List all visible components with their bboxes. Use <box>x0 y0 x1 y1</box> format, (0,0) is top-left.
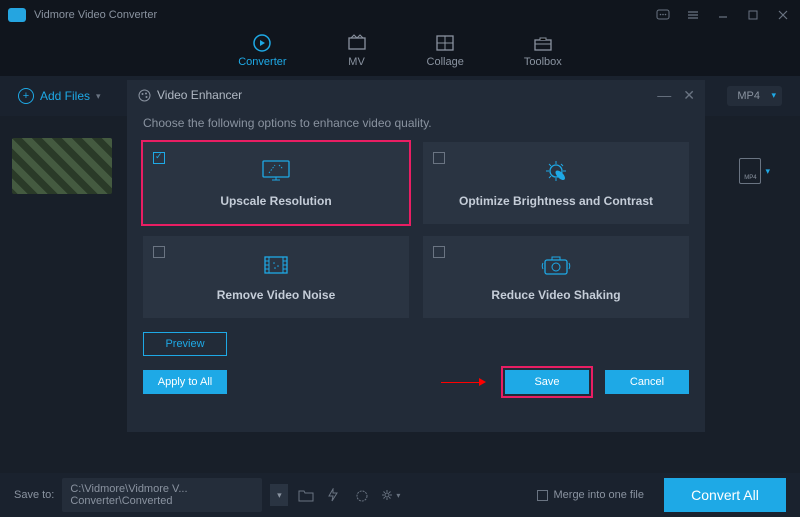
camera-icon <box>541 252 571 278</box>
save-button[interactable]: Save <box>505 370 589 394</box>
settings-gear-icon[interactable]: ▾ <box>380 485 400 505</box>
dialog-close-icon[interactable]: ✕ <box>683 87 695 104</box>
option-remove-noise[interactable]: Remove Video Noise <box>143 236 409 318</box>
brightness-icon <box>541 158 571 184</box>
cancel-button[interactable]: Cancel <box>605 370 689 394</box>
preview-button[interactable]: Preview <box>143 332 227 356</box>
palette-icon <box>137 88 151 102</box>
mp4-file-icon: MP4 <box>739 158 761 184</box>
nav-collage[interactable]: Collage <box>427 34 464 76</box>
monitor-icon <box>261 158 291 184</box>
mv-icon <box>347 34 367 52</box>
option-upscale-resolution[interactable]: Upscale Resolution <box>143 142 409 224</box>
apply-to-all-button[interactable]: Apply to All <box>143 370 227 394</box>
collage-icon <box>435 34 455 52</box>
app-logo <box>8 8 26 22</box>
video-enhancer-dialog: Video Enhancer — ✕ Choose the following … <box>127 80 705 432</box>
close-icon[interactable] <box>774 6 792 24</box>
dialog-description: Choose the following options to enhance … <box>127 110 705 142</box>
toolbox-icon <box>533 34 553 52</box>
open-folder-icon[interactable] <box>296 485 316 505</box>
video-thumbnail[interactable] <box>12 138 112 194</box>
checkbox-checked[interactable] <box>153 152 165 164</box>
high-speed-icon[interactable] <box>352 485 372 505</box>
checkbox[interactable] <box>537 490 548 501</box>
checkbox[interactable] <box>433 246 445 258</box>
dialog-title: Video Enhancer <box>157 88 242 102</box>
nav-converter[interactable]: Converter <box>238 34 286 76</box>
converter-icon <box>252 34 272 52</box>
checkbox[interactable] <box>153 246 165 258</box>
output-format-selector[interactable]: MP4 ▾ <box>739 158 770 184</box>
path-dropdown[interactable]: ▾ <box>270 484 288 506</box>
save-path-field[interactable]: C:\Vidmore\Vidmore V... Converter\Conver… <box>62 478 262 512</box>
hardware-accel-icon[interactable] <box>324 485 344 505</box>
option-brightness-contrast[interactable]: Optimize Brightness and Contrast <box>423 142 689 224</box>
convert-all-button[interactable]: Convert All <box>664 478 786 512</box>
chevron-down-icon: ▾ <box>765 166 770 177</box>
output-format-dropdown[interactable]: MP4 <box>727 86 782 106</box>
annotation-highlight: Save <box>501 366 593 398</box>
maximize-icon[interactable] <box>744 6 762 24</box>
add-files-button[interactable]: + Add Files ▾ <box>18 88 101 104</box>
chevron-down-icon: ▾ <box>96 91 101 102</box>
nav-toolbox[interactable]: Toolbox <box>524 34 562 76</box>
menu-icon[interactable] <box>684 6 702 24</box>
checkbox[interactable] <box>433 152 445 164</box>
plus-icon: + <box>18 88 34 104</box>
app-title: Vidmore Video Converter <box>34 9 157 21</box>
dialog-minimize-icon[interactable]: — <box>657 87 671 104</box>
feedback-icon[interactable] <box>654 6 672 24</box>
nav-mv[interactable]: MV <box>347 34 367 76</box>
option-reduce-shaking[interactable]: Reduce Video Shaking <box>423 236 689 318</box>
merge-checkbox[interactable]: Merge into one file <box>537 489 645 501</box>
annotation-arrow <box>441 378 486 386</box>
minimize-icon[interactable] <box>714 6 732 24</box>
film-icon <box>261 252 291 278</box>
save-to-label: Save to: <box>14 489 54 501</box>
